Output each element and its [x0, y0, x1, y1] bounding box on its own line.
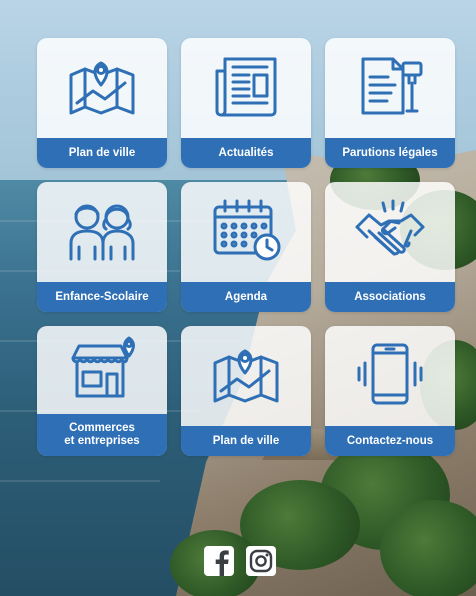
city-map-pin-icon [181, 326, 311, 422]
newspaper-icon [181, 38, 311, 134]
tile-label: Actualités [181, 138, 311, 168]
home-screen: Plan de ville Actualités Parutions légal… [0, 0, 476, 596]
tile-label: Agenda [181, 282, 311, 312]
tile-label: Plan de ville [37, 138, 167, 168]
tile-label: Commerces et entreprises [37, 414, 167, 456]
tile-plan-de-ville-2[interactable]: Plan de ville [181, 326, 311, 456]
tile-plan-de-ville[interactable]: Plan de ville [37, 38, 167, 168]
children-icon [37, 182, 167, 278]
tile-label: Enfance-Scolaire [37, 282, 167, 312]
handshake-icon [325, 182, 455, 278]
social-links [204, 546, 276, 576]
tile-agenda[interactable]: Agenda [181, 182, 311, 312]
tile-associations[interactable]: Associations [325, 182, 455, 312]
calendar-clock-icon [181, 182, 311, 278]
vibrating-tablet-icon [325, 326, 455, 422]
tile-enfance-scolaire[interactable]: Enfance-Scolaire [37, 182, 167, 312]
storefront-pin-icon [37, 326, 167, 412]
tile-parutions-legales[interactable]: Parutions légales [325, 38, 455, 168]
facebook-icon[interactable] [204, 546, 234, 576]
background-pine [380, 500, 476, 596]
instagram-icon[interactable] [246, 546, 276, 576]
tile-label: Associations [325, 282, 455, 312]
tile-commerces-entreprises[interactable]: Commerces et entreprises [37, 326, 167, 456]
tile-label: Contactez-nous [325, 426, 455, 456]
tile-actualites[interactable]: Actualités [181, 38, 311, 168]
tile-label: Parutions légales [325, 138, 455, 168]
tile-label: Plan de ville [181, 426, 311, 456]
city-map-pin-icon [37, 38, 167, 134]
tile-contactez-nous[interactable]: Contactez-nous [325, 326, 455, 456]
legal-document-gavel-icon [325, 38, 455, 134]
